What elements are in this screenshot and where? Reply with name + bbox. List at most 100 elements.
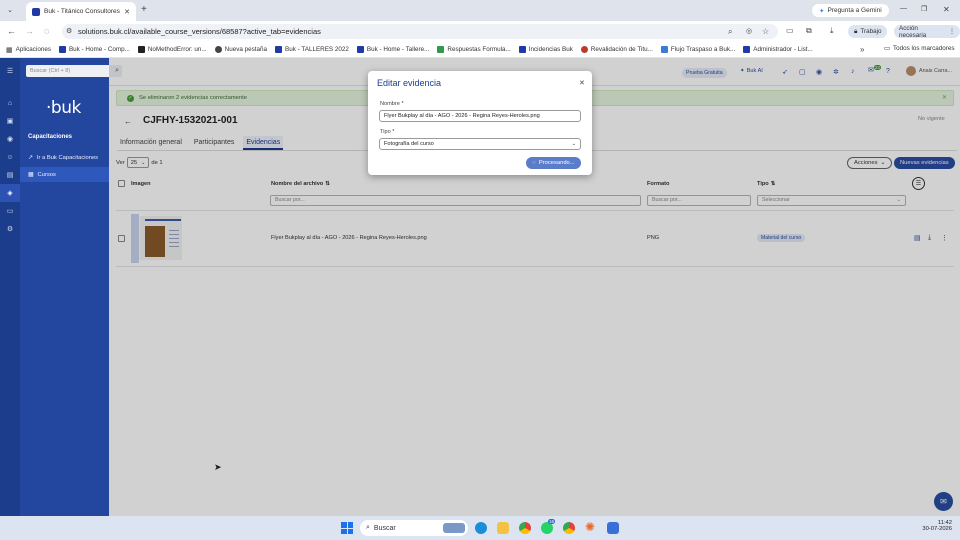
bookmark-item[interactable]: Nueva pestaña (214, 46, 268, 53)
windows-start-icon[interactable] (341, 522, 353, 534)
buk-logo: ·buk (46, 98, 81, 118)
type-select-value: Fotografía del curso (384, 141, 434, 147)
edge-browser-icon[interactable] (475, 522, 487, 534)
bookmark-item[interactable]: Incidencias Buk (518, 46, 573, 53)
bookmark-label: Revalidación de Titu... (590, 46, 653, 53)
more-bookmarks-icon[interactable]: » (860, 45, 864, 54)
taskbar-search[interactable]: ⌕ Buscar (360, 520, 468, 536)
external-link-icon: ↗ (28, 154, 33, 161)
bookmark-label: Nueva pestaña (224, 46, 268, 53)
type-label: Tipo * (380, 129, 395, 135)
bookmark-label: Administrador - List... (753, 46, 813, 53)
file-explorer-icon[interactable] (497, 522, 509, 534)
site-info-icon[interactable]: ⚙ (66, 24, 72, 39)
module-sidebar: Capacitaciones ↗ Ir a Buk Capacitaciones… (20, 58, 109, 516)
cast-icon[interactable]: ▭ (786, 26, 794, 35)
chrome-icon[interactable] (519, 522, 531, 534)
buk-bookmark-icon (58, 46, 66, 53)
action-needed-button[interactable]: Acción necesaria ⋮ (894, 24, 960, 39)
bookmark-item[interactable]: Buk - Home - Comp... (58, 46, 130, 53)
restore-icon[interactable]: ❐ (921, 5, 927, 13)
chevron-down-icon: ⌄ (571, 141, 576, 147)
eye-off-icon[interactable]: ◎ (746, 24, 752, 39)
all-bookmarks[interactable]: ▭ Todos los marcadores (884, 45, 955, 52)
book-icon: ▦ (28, 171, 34, 178)
extensions-icon[interactable]: ⧉ (806, 26, 812, 36)
bookmark-item[interactable]: Buk - TALLERES 2022 (275, 46, 349, 53)
zoom-icon[interactable]: ⌕ (728, 24, 732, 39)
close-tab-icon[interactable]: ✕ (124, 8, 130, 16)
forms-icon (437, 46, 445, 53)
sidebar-item-label: Ir a Buk Capacitaciones (36, 154, 99, 161)
briefcase-icon[interactable]: ▤ (0, 166, 20, 184)
edit-evidence-dialog: Editar evidencia ✕ Nombre * Flyer Bukpla… (368, 71, 592, 175)
buk-bookmark-icon (356, 46, 364, 53)
action-needed-label: Acción necesaria (899, 24, 927, 39)
address-bar[interactable]: ⚙ solutions.buk.cl/available_course_vers… (62, 24, 778, 39)
system-clock[interactable]: 11:42 30-07-2026 (910, 520, 952, 532)
claude-icon[interactable]: ✺ (585, 520, 595, 534)
new-tab-icon[interactable]: + (141, 4, 147, 15)
search-placeholder: Buscar (Ctrl + 8) (30, 68, 71, 74)
bookmark-icon (660, 46, 668, 53)
bookmark-item[interactable]: Buk - Home - Tallere... (356, 46, 430, 53)
minimize-icon[interactable]: — (900, 5, 907, 12)
training-icon[interactable]: ◈ (0, 184, 20, 202)
url-text: solutions.buk.cl/available_course_versio… (78, 27, 321, 36)
inbox-icon[interactable]: ▣ (0, 112, 20, 130)
browser-tab[interactable]: Buk - Titánico Consultores ✕ (26, 2, 136, 21)
icon-rail: ☰ ⌂ ▣ ◉ ☺ ▤ ◈ ▭ ⚙ (0, 58, 20, 516)
download-icon[interactable]: ⤓ (830, 26, 834, 36)
app-icon[interactable] (607, 522, 619, 534)
close-dialog-icon[interactable]: ✕ (579, 79, 585, 87)
settings-icon[interactable]: ⚙ (0, 220, 20, 238)
window-close-icon[interactable]: ✕ (943, 5, 950, 14)
all-bookmarks-label: Todos los marcadores (892, 45, 955, 52)
bookmark-item[interactable]: Flujo Traspaso a Buk... (660, 46, 735, 53)
bookmark-item[interactable]: Respuestas Formula... (437, 46, 511, 53)
user-icon[interactable]: ☺ (0, 148, 20, 166)
tab-title: Buk - Titánico Consultores (44, 8, 120, 15)
buk-bookmark-icon (518, 46, 526, 53)
clock-date: 30-07-2026 (922, 526, 952, 532)
bookmark-item[interactable]: Revalidación de Titu... (580, 46, 653, 53)
home-icon[interactable]: ⌂ (0, 94, 20, 112)
sidebar-item-go-to-capacitaciones[interactable]: ↗ Ir a Buk Capacitaciones (20, 150, 109, 165)
sidebar-item-cursos[interactable]: ▦ Cursos (20, 167, 109, 182)
gemini-icon: ✦ (819, 7, 825, 15)
name-input[interactable]: Flyer Bukplay al día - AGO - 2026 - Regi… (379, 110, 581, 122)
processing-button[interactable]: ◌ Procesando... (526, 157, 581, 169)
taskbar-search-label: Buscar (373, 524, 396, 532)
loading-icon[interactable]: ◌ (44, 26, 49, 36)
bookmark-label: NoMethodError: un... (147, 46, 207, 53)
bookmark-label: Buk - Home - Comp... (68, 46, 130, 53)
chrome-profile-icon[interactable] (563, 522, 575, 534)
profile-button[interactable]: 🔒︎ Trabajo (848, 25, 888, 38)
bookmark-apps[interactable]: ▦ Aplicaciones (6, 46, 51, 54)
gemini-label: Pregunta a Gemini (827, 7, 882, 14)
bookmark-star-icon[interactable]: ☆ (762, 24, 769, 39)
name-label: Nombre * (380, 101, 404, 107)
menu-icon[interactable]: ☰ (0, 62, 20, 80)
bookmark-label: Buk - Home - Tallere... (366, 46, 430, 53)
gemini-button[interactable]: ✦ Pregunta a Gemini (812, 4, 889, 17)
whatsapp-badge: 16 (548, 519, 556, 524)
spinner-icon: ◌ (532, 160, 536, 166)
back-icon[interactable]: ← (7, 26, 16, 36)
people-icon[interactable]: ◉ (0, 130, 20, 148)
forward-icon[interactable]: → (25, 26, 34, 36)
folder-icon: ▭ (884, 45, 890, 52)
bookmark-item[interactable]: NoMethodError: un... (137, 46, 207, 53)
bookmark-item[interactable]: Administrador - List... (743, 46, 813, 53)
buk-bookmark-icon (275, 46, 283, 53)
bookmark-label: Incidencias Buk (528, 46, 573, 53)
search-highlight-icon (443, 523, 465, 533)
global-search-input[interactable]: Buscar (Ctrl + 8) ⌕ (26, 65, 122, 77)
type-select[interactable]: Fotografía del curso ⌄ (379, 138, 581, 150)
dialog-title: Editar evidencia (377, 78, 442, 88)
folder-icon[interactable]: ▭ (0, 202, 20, 220)
search-icon: ⌕ (366, 524, 370, 531)
tab-search-icon[interactable]: ⌄ (5, 5, 15, 15)
bookmark-icon (137, 46, 145, 53)
sidebar-section-title: Capacitaciones (28, 134, 73, 140)
